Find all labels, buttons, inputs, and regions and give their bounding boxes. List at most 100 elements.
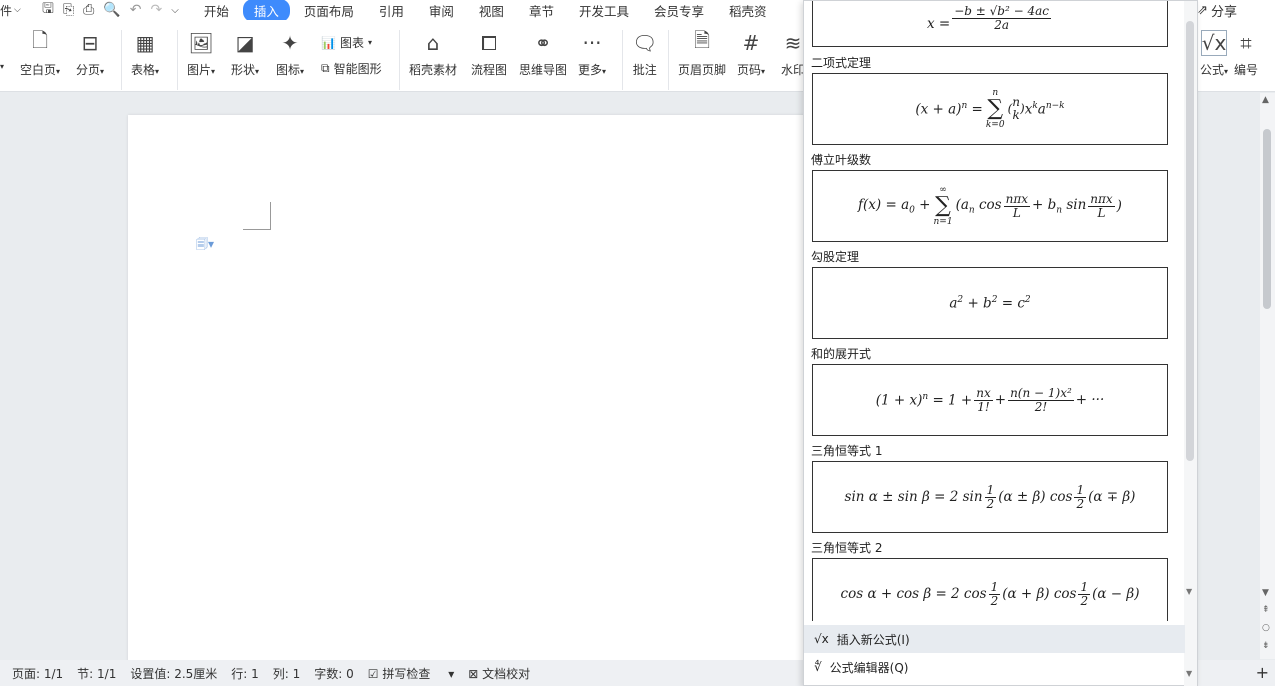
formula-editor-label: 公式编辑器(Q) — [829, 660, 909, 675]
scroll-thumb[interactable] — [1186, 21, 1194, 461]
chart-label: 图表 — [339, 36, 364, 50]
tab-view[interactable]: 视图 — [468, 0, 515, 22]
tab-chapter[interactable]: 章节 — [518, 0, 565, 22]
formula-title-trig1: 三角恒等式 1 — [811, 444, 883, 458]
prev-page-icon[interactable]: ⇞ — [1262, 605, 1270, 615]
flowchart-label: 流程图 — [471, 63, 508, 77]
share-label: 分享 — [1210, 5, 1237, 20]
divider — [177, 30, 178, 90]
shape-button[interactable]: ◪ 形状▾ — [231, 30, 259, 78]
more-button[interactable]: ··· 更多▾ — [578, 30, 606, 78]
watermark-button[interactable]: ≋ 水印 — [781, 30, 805, 78]
comment-button[interactable]: 🗨 批注 — [632, 30, 657, 78]
margin-marker — [243, 202, 271, 230]
tab-docer[interactable]: 稻壳资 — [718, 0, 778, 22]
zoom-in-icon[interactable]: + — [1256, 663, 1269, 682]
divider — [121, 30, 122, 90]
file-menu-label: 件 — [0, 3, 13, 18]
flowchart-button[interactable]: ⧠ 流程图 — [471, 30, 507, 78]
mindmap-button[interactable]: ⚭ 思维导图 — [519, 30, 567, 78]
blank-page-label: 空白页 — [20, 63, 57, 77]
formula-icon: √x — [1201, 30, 1228, 56]
tab-review[interactable]: 审阅 — [418, 0, 465, 22]
tab-page-layout[interactable]: 页面布局 — [293, 0, 365, 22]
scroll-down-icon[interactable]: ▼ — [1186, 587, 1192, 596]
next-page-icon[interactable]: ⇟ — [1262, 641, 1270, 651]
tab-member[interactable]: 会员专享 — [643, 0, 715, 22]
ribbon-tabs: 开始 插入 页面布局 引用 审阅 视图 章节 开发工具 会员专享 稻壳资 — [193, 0, 781, 22]
formula-item-binomial[interactable]: (x + a)n = n ∑ k=0 (n k) xkan−k — [812, 73, 1168, 145]
icon-button[interactable]: ✦ 图标▾ — [276, 30, 304, 78]
formula-title-trig2: 三角恒等式 2 — [811, 541, 883, 555]
page-number-label: 页码 — [737, 63, 762, 77]
page-icon: 🗋 — [31, 28, 49, 52]
formula-item-trig2[interactable]: cos α + cos β = 2 cos 12 (α + β) cos 12 … — [812, 558, 1168, 621]
spellcheck-button[interactable]: ☑ 拼写检查 ▾ — [368, 665, 454, 682]
page-number-button[interactable]: # 页码▾ — [737, 30, 765, 78]
chevron-down-icon[interactable]: ▾ — [0, 62, 4, 71]
formula-actions: √x 插入新公式(I) ∜ 公式编辑器(Q) — [804, 625, 1185, 686]
setting-status[interactable]: 设置值: 2.5厘米 — [130, 665, 217, 682]
formula-editor-item[interactable]: ∜ 公式编辑器(Q) — [804, 653, 1185, 681]
page-break-button[interactable]: ⊟ 分页▾ — [76, 30, 104, 78]
insert-new-formula-item[interactable]: √x 插入新公式(I) — [804, 625, 1185, 653]
document-scrollbar[interactable]: ▲ ▼ ⇞ ○ ⇟ — [1260, 93, 1275, 659]
section-status[interactable]: 节: 1/1 — [77, 665, 116, 682]
smart-shape-icon: ⧉ — [321, 61, 330, 75]
tab-home[interactable]: 开始 — [193, 0, 240, 22]
formula-title-fourier: 傅立叶级数 — [811, 153, 872, 167]
tab-developer[interactable]: 开发工具 — [568, 0, 640, 22]
docer-material-button[interactable]: ⌂ 稻壳素材 — [409, 30, 457, 78]
page-break-icon: ⊟ — [81, 31, 99, 55]
customize-icon[interactable]: ⌵ — [171, 5, 179, 16]
share-icon: ⇗ — [1197, 3, 1208, 18]
comment-icon: 🗨 — [632, 31, 658, 55]
export-icon[interactable]: ⎘ — [63, 2, 74, 18]
more-icon: ··· — [582, 31, 602, 55]
shape-icon: ◪ — [235, 31, 255, 55]
blank-page-button[interactable]: 🗋 空白页▾ — [20, 28, 60, 78]
store-icon: ⌂ — [426, 31, 440, 55]
proofread-button[interactable]: ⊠ 文档校对 — [468, 665, 544, 682]
formula-list-scrollbar[interactable]: ▼ ▼ — [1184, 1, 1197, 686]
share-button[interactable]: ⇗ 分享 — [1193, 1, 1241, 20]
col-status: 列: 1 — [272, 666, 301, 681]
formula-dropdown: x = −b ± √b² − 4ac 2a 二项式定理 (x + a)n = n ∑… — [803, 0, 1198, 686]
formula-item-fourier[interactable]: f(x) = a0 + ∞ ∑ n=1 (an cos nπx L + bn sin … — [812, 170, 1168, 242]
formula-title-pythagorean: 勾股定理 — [811, 250, 860, 264]
watermark-label: 水印 — [781, 63, 806, 77]
file-menu[interactable]: 件 ⌵ — [0, 2, 30, 19]
icons-icon: ✦ — [281, 31, 299, 55]
scroll-down-icon[interactable]: ▼ — [1262, 588, 1269, 598]
picture-button[interactable]: 🖼 图片▾ — [187, 30, 215, 78]
formula-item-expansion[interactable]: (1 + x)n = 1 + nx 1! + n(n − 1)x² 2! + ··· — [812, 364, 1168, 436]
select-browse-icon[interactable]: ○ — [1262, 623, 1270, 633]
numbering-button[interactable]: ⌗ 编号 — [1234, 30, 1258, 78]
word-count[interactable]: 字数: 0 — [314, 665, 354, 682]
header-footer-button[interactable]: 🗎 页眉页脚 — [678, 28, 726, 78]
save-icon[interactable]: 🖫 — [42, 0, 54, 22]
undo-icon[interactable]: ↶ — [130, 2, 142, 18]
scroll-down-icon[interactable]: ▼ — [1186, 669, 1192, 678]
redo-icon[interactable]: ↷ — [151, 2, 163, 18]
scroll-thumb[interactable] — [1263, 129, 1271, 309]
print-preview-icon[interactable]: 🔍 — [103, 2, 120, 18]
tab-insert[interactable]: 插入 — [242, 0, 290, 22]
tab-references[interactable]: 引用 — [368, 0, 415, 22]
paste-options-icon[interactable]: 🗐▾ — [196, 235, 214, 256]
formula-item-trig1[interactable]: sin α ± sin β = 2 sin 12 (α ± β) cos 12 … — [812, 461, 1168, 533]
formula-item-quadratic[interactable]: x = −b ± √b² − 4ac 2a — [812, 1, 1168, 47]
quick-access-toolbar: 🖫 ⎘ ⎙ 🔍 ↶ ↷ ⌵ — [42, 0, 179, 22]
table-button[interactable]: ▦ 表格▾ — [131, 30, 159, 78]
formula-button[interactable]: √x 公式▾ — [1200, 30, 1228, 78]
smart-shape-button[interactable]: ⧉ 智能图形 — [321, 60, 382, 77]
formula-item-pythagorean[interactable]: a2 + b2 = c2 — [812, 267, 1168, 339]
chevron-down-icon: ⌵ — [14, 5, 21, 15]
divider — [399, 30, 400, 90]
scroll-up-icon[interactable]: ▲ — [1262, 95, 1269, 105]
page-status[interactable]: 页面: 1/1 — [12, 665, 63, 682]
icon-label: 图标 — [276, 63, 301, 77]
chart-button[interactable]: 📊 图表 ▾ — [321, 34, 372, 51]
document-page[interactable]: 🗐▾ — [128, 115, 828, 675]
print-icon[interactable]: ⎙ — [83, 2, 94, 18]
